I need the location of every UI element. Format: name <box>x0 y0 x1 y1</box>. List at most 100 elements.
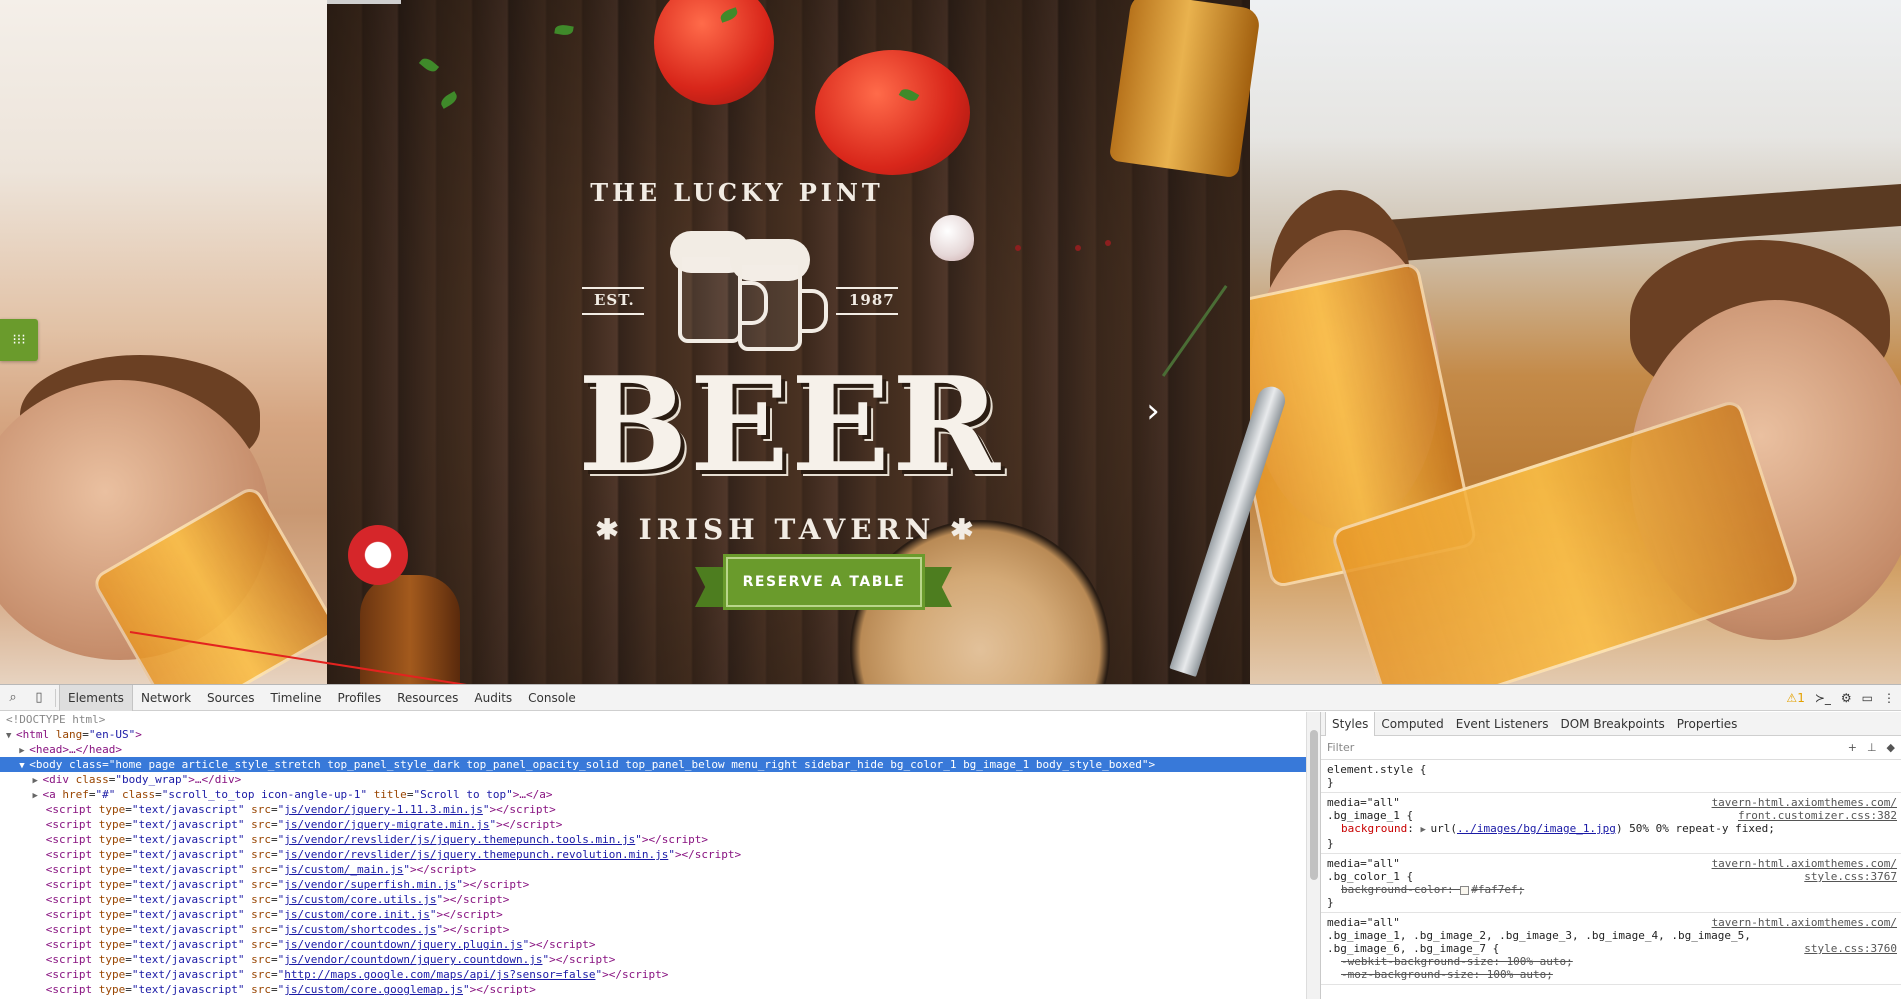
dom-script-node[interactable]: <script type="text/javascript" src="js/c… <box>0 982 1306 997</box>
tab-event-listeners[interactable]: Event Listeners <box>1450 712 1555 736</box>
dom-body-wrap-node[interactable]: ▶ <div class="body_wrap">…</div> <box>0 772 1306 787</box>
dom-head-node[interactable]: ▶ <head>…</head> <box>0 742 1306 757</box>
dom-doctype[interactable]: <!DOCTYPE html> <box>0 712 1306 727</box>
beer-mugs-icon: EST. 1987 <box>546 225 942 351</box>
prop-name[interactable]: background <box>1341 822 1407 835</box>
rule-bg-image-1[interactable]: media="all" tavern-html.axiomthemes.com/ … <box>1321 793 1901 854</box>
script-src-link[interactable]: js/vendor/countdown/jquery.plugin.js <box>284 938 522 951</box>
styles-sidebar: Styles Computed Event Listeners DOM Brea… <box>1321 712 1901 999</box>
rule-media: media="all" <box>1327 796 1400 809</box>
styles-tabbar: Styles Computed Event Listeners DOM Brea… <box>1321 712 1901 736</box>
dom-tree[interactable]: <!DOCTYPE html> ▼ <html lang="en-US"> ▶ <h… <box>0 712 1306 999</box>
console-drawer-icon[interactable]: ≻_ <box>1815 691 1831 705</box>
magnifier-icon[interactable]: ⌕ <box>0 685 26 711</box>
rule-bg-image-group[interactable]: media="all" tavern-html.axiomthemes.com/ … <box>1321 913 1901 985</box>
tab-dom-breakpoints[interactable]: DOM Breakpoints <box>1554 712 1670 736</box>
dock-icon[interactable]: ▭ <box>1862 691 1873 705</box>
element-style-selector: element.style { <box>1327 763 1427 776</box>
tab-network[interactable]: Network <box>133 685 199 711</box>
dom-script-node[interactable]: <script type="text/javascript" src="js/v… <box>0 952 1306 967</box>
dom-script-node[interactable]: <script type="text/javascript" src="js/v… <box>0 832 1306 847</box>
script-src-link[interactable]: js/custom/shortcodes.js <box>284 923 436 936</box>
dom-script-node[interactable]: <script type="text/javascript" src="http… <box>0 967 1306 982</box>
logo-main-text: BEER <box>577 348 1003 501</box>
logo-top-text: THE LUCKY PINT <box>590 178 884 207</box>
year-label: 1987 <box>849 291 895 309</box>
dom-scrollbar[interactable] <box>1306 712 1320 999</box>
script-src-link[interactable]: js/custom/core.init.js <box>284 908 430 921</box>
script-src-link[interactable]: js/vendor/jquery-migrate.min.js <box>284 818 489 831</box>
new-rule-icon[interactable]: + <box>1848 741 1857 754</box>
styles-filter-row: Filter + ⊥ ◆ <box>1321 736 1901 760</box>
rule-source-host[interactable]: tavern-html.axiomthemes.com/ <box>1712 916 1897 929</box>
warning-count: 1 <box>1797 691 1805 705</box>
mobile-device-icon[interactable]: ▯ <box>26 685 52 711</box>
scrollbar-thumb[interactable] <box>1310 730 1318 880</box>
rule-bg-color-1[interactable]: media="all" tavern-html.axiomthemes.com/ … <box>1321 854 1901 913</box>
dom-script-node[interactable]: <script type="text/javascript" src="js/v… <box>0 847 1306 862</box>
reserve-table-button[interactable]: RESERVE A TABLE <box>723 554 925 610</box>
script-src-link[interactable]: js/custom/_main.js <box>284 863 403 876</box>
rule-source-file[interactable]: style.css:3760 <box>1804 942 1897 955</box>
script-src-link[interactable]: js/vendor/superfish.min.js <box>284 878 456 891</box>
script-src-link[interactable]: js/vendor/countdown/jquery.countdown.js <box>284 953 542 966</box>
tab-console[interactable]: Console <box>520 685 584 711</box>
rule-selector: .bg_image_1 { <box>1327 809 1414 822</box>
tab-profiles[interactable]: Profiles <box>330 685 390 711</box>
script-src-link[interactable]: js/vendor/revslider/js/jquery.themepunch… <box>284 833 635 846</box>
rule-selector: .bg_image_6, .bg_image_7 { <box>1327 942 1500 955</box>
script-src-link[interactable]: js/custom/core.utils.js <box>284 893 436 906</box>
tavern-logo: THE LUCKY PINT EST. 1987 BEER ✱ IRISH TA… <box>327 0 1250 684</box>
tab-elements[interactable]: Elements <box>59 684 133 711</box>
tab-styles[interactable]: Styles <box>1325 712 1376 736</box>
dom-script-node[interactable]: <script type="text/javascript" src="js/v… <box>0 937 1306 952</box>
color-swatch[interactable] <box>1460 885 1470 895</box>
dom-scroll-top-node[interactable]: ▶ <a href="#" class="scroll_to_top icon-a… <box>0 787 1306 802</box>
dom-script-node[interactable]: <script type="text/javascript" src="js/c… <box>0 892 1306 907</box>
styles-filter-input[interactable]: Filter <box>1327 741 1354 754</box>
rule-element-style[interactable]: element.style { } <box>1321 760 1901 793</box>
script-src-link[interactable]: js/custom/core.googlemap.js <box>284 983 463 996</box>
palette-icon[interactable]: ⁝⁝⁝ <box>0 319 38 361</box>
rule-source-host[interactable]: tavern-html.axiomthemes.com/ <box>1712 796 1897 809</box>
logo-subtitle: ✱ IRISH TAVERN ✱ <box>595 513 979 546</box>
script-src-link[interactable]: http://maps.google.com/maps/api/js?senso… <box>284 968 595 981</box>
dom-body-node-selected[interactable]: ▼ <body class="home page article_style_st… <box>0 757 1306 772</box>
dom-script-node[interactable]: <script type="text/javascript" src="js/c… <box>0 862 1306 877</box>
pin-icon[interactable]: ⊥ <box>1867 741 1877 754</box>
script-src-link[interactable]: js/vendor/revslider/js/jquery.themepunch… <box>284 848 668 861</box>
rule-selector: .bg_color_1 { <box>1327 870 1414 883</box>
tab-properties[interactable]: Properties <box>1671 712 1744 736</box>
rule-source-file[interactable]: front.customizer.css:382 <box>1738 809 1897 822</box>
chevron-right-icon[interactable]: › <box>1140 394 1166 428</box>
rule-source-file[interactable]: style.css:3767 <box>1804 870 1897 883</box>
tab-sources[interactable]: Sources <box>199 685 262 711</box>
gear-icon[interactable]: ⚙ <box>1841 691 1852 705</box>
prop-webkit-background-size[interactable]: -webkit-background-size: 100% auto; <box>1327 955 1895 968</box>
background-photo-right <box>1212 0 1901 684</box>
dom-script-node[interactable]: <script type="text/javascript" src="js/c… <box>0 907 1306 922</box>
dom-html-node[interactable]: ▼ <html lang="en-US"> <box>0 727 1306 742</box>
tab-resources[interactable]: Resources <box>389 685 466 711</box>
element-state-icon[interactable]: ◆ <box>1887 741 1895 754</box>
dom-script-node[interactable]: <script type="text/javascript" src="js/v… <box>0 817 1306 832</box>
est-label: EST. <box>594 291 635 309</box>
rule-source-host[interactable]: tavern-html.axiomthemes.com/ <box>1712 857 1897 870</box>
dom-script-node[interactable]: <script type="text/javascript" src="js/v… <box>0 877 1306 892</box>
tab-audits[interactable]: Audits <box>466 685 520 711</box>
image-url-link[interactable]: ../images/bg/image_1.jpg <box>1457 822 1616 835</box>
devtools-toolbar: ⌕ ▯ Elements Network Sources Timeline Pr… <box>0 684 1901 711</box>
screen: THE LUCKY PINT EST. 1987 BEER ✱ IRISH TA… <box>0 0 1901 999</box>
browser-viewport: THE LUCKY PINT EST. 1987 BEER ✱ IRISH TA… <box>0 0 1901 684</box>
dom-script-node[interactable]: <script type="text/javascript" src="js/c… <box>0 922 1306 937</box>
tab-timeline[interactable]: Timeline <box>263 685 330 711</box>
prop-name[interactable]: background-color <box>1341 883 1447 896</box>
script-src-link[interactable]: js/vendor/jquery-1.11.3.min.js <box>284 803 483 816</box>
dom-script-node[interactable]: <script type="text/javascript" src="js/v… <box>0 802 1306 817</box>
background-photo-left <box>0 0 340 684</box>
warning-badge[interactable]: ⚠1 <box>1786 691 1804 705</box>
rule-media: media="all" <box>1327 857 1400 870</box>
tab-computed[interactable]: Computed <box>1375 712 1449 736</box>
close-icon[interactable]: ⋮ <box>1883 691 1895 705</box>
prop-moz-background-size[interactable]: -moz-background-size: 100% auto; <box>1327 968 1895 981</box>
